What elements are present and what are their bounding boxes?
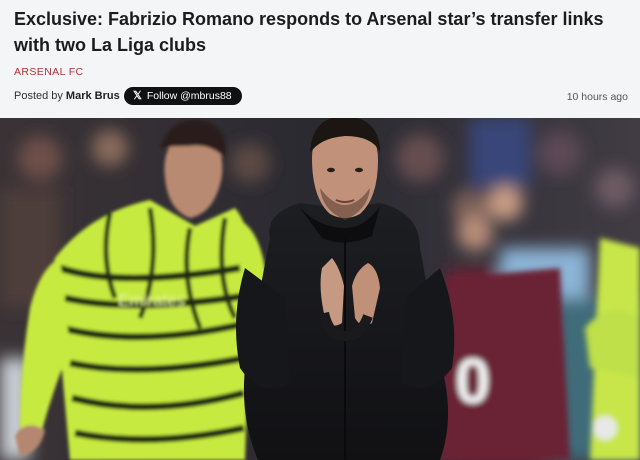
post-timestamp: 10 hours ago bbox=[566, 91, 628, 103]
follow-button[interactable]: 𝕏 Follow @mbrus88 bbox=[124, 87, 242, 105]
article-header: Exclusive: Fabrizio Romano responds to A… bbox=[0, 0, 640, 118]
shirt-number: 0 bbox=[455, 345, 491, 417]
category-link[interactable]: ARSENAL FC bbox=[14, 66, 84, 78]
article-headline: Exclusive: Fabrizio Romano responds to A… bbox=[14, 9, 604, 55]
hero-photo: 0 Emirates bbox=[0, 118, 640, 460]
byline: Posted by Mark Brus bbox=[14, 88, 120, 104]
x-logo-icon: 𝕏 bbox=[133, 89, 142, 102]
author-link[interactable]: Mark Brus bbox=[66, 90, 120, 102]
hero-image: 0 Emirates bbox=[0, 118, 640, 460]
follow-button-label: Follow @mbrus88 bbox=[146, 90, 232, 102]
byline-prefix: Posted by bbox=[14, 90, 63, 102]
kit-sponsor-text: Emirates bbox=[118, 291, 185, 310]
